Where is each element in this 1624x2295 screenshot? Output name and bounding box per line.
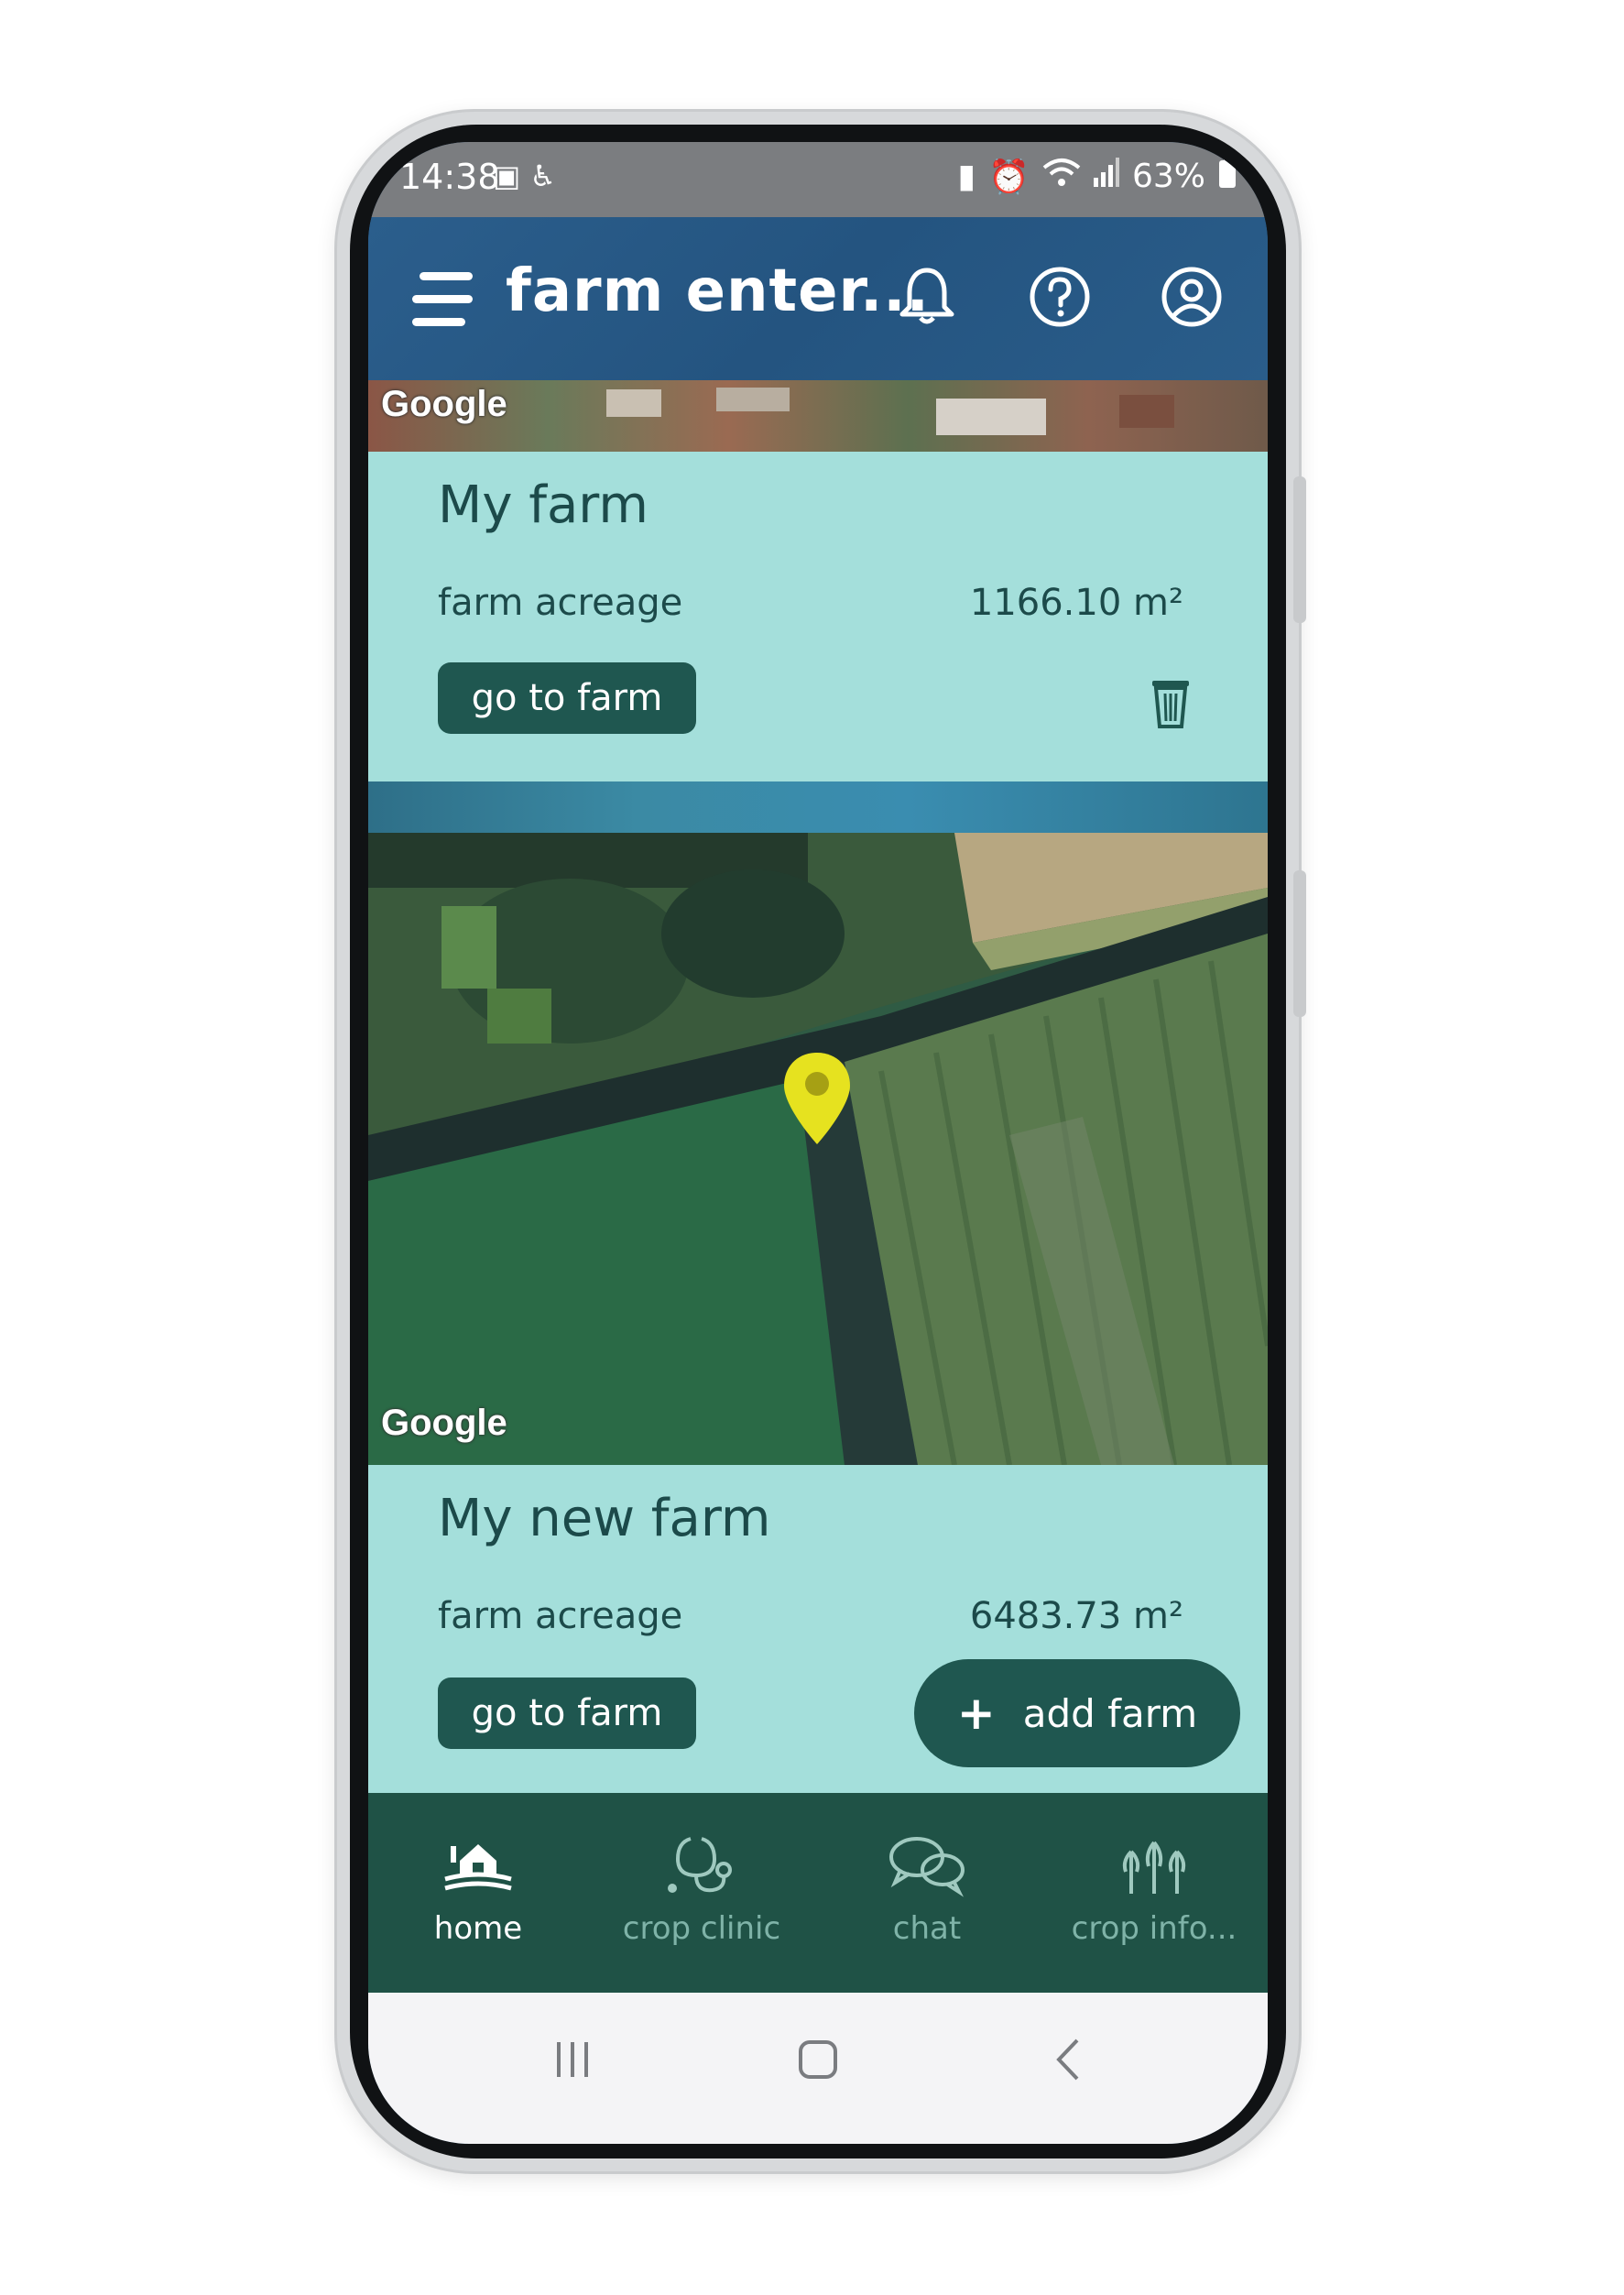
wifi-icon bbox=[1042, 157, 1081, 196]
accessibility-icon: ♿ bbox=[529, 158, 565, 193]
farm-name: My farm bbox=[438, 475, 649, 535]
acreage-value: 1166.10 m² bbox=[969, 582, 1183, 624]
app-bar: farm enter... bbox=[368, 217, 1268, 380]
status-time: 14:38 bbox=[399, 157, 500, 197]
acreage-label: farm acreage bbox=[438, 1595, 683, 1637]
acreage-label: farm acreage bbox=[438, 582, 683, 624]
chat-bubbles-icon bbox=[889, 1837, 965, 1897]
farm-card: My farm farm acreage 1166.10 m² go to fa… bbox=[368, 452, 1268, 781]
status-right-icons: ▮ ⏰ 63% bbox=[957, 157, 1237, 196]
nav-label: crop info... bbox=[1071, 1910, 1237, 1947]
alarm-icon: ⏰ bbox=[988, 158, 1030, 196]
signal-icon bbox=[1093, 158, 1119, 195]
wheat-icon bbox=[1122, 1841, 1186, 1894]
image-icon: ▣ bbox=[493, 158, 530, 193]
google-logo: Google bbox=[381, 1403, 507, 1443]
status-bar: 14:38 ▣♿ ▮ ⏰ 63% bbox=[368, 142, 1268, 217]
add-farm-button[interactable]: + add farm bbox=[914, 1659, 1240, 1767]
add-farm-label: add farm bbox=[1022, 1690, 1198, 1736]
battery-icon bbox=[1218, 157, 1237, 196]
account-icon[interactable] bbox=[1160, 265, 1224, 329]
nav-label: home bbox=[433, 1910, 523, 1947]
farm-satellite-map[interactable]: Google bbox=[368, 833, 1268, 1465]
home-icon[interactable] bbox=[795, 2037, 841, 2082]
farm-name: My new farm bbox=[438, 1489, 771, 1548]
page-title: farm enter... bbox=[506, 257, 930, 325]
recent-apps-icon[interactable] bbox=[550, 2037, 595, 2082]
system-navigation-bar bbox=[368, 1993, 1268, 2144]
volume-button bbox=[1293, 476, 1306, 623]
acreage-value: 6483.73 m² bbox=[969, 1595, 1183, 1637]
map-pin-icon[interactable] bbox=[779, 1049, 856, 1150]
nav-item-crop-clinic[interactable]: crop clinic bbox=[610, 1833, 793, 1947]
go-to-farm-button[interactable]: go to farm bbox=[438, 1678, 696, 1749]
app-screen: 14:38 ▣♿ ▮ ⏰ 63% farm enter... Google My… bbox=[368, 142, 1268, 2144]
nav-label: crop clinic bbox=[622, 1910, 781, 1947]
trash-icon[interactable] bbox=[1149, 675, 1193, 730]
battery-percent: 63% bbox=[1131, 158, 1205, 195]
farm-house-icon bbox=[444, 1844, 512, 1891]
nav-item-home[interactable]: home bbox=[387, 1833, 570, 1947]
go-to-farm-button[interactable]: go to farm bbox=[438, 662, 696, 734]
farm-map-thumbnail[interactable]: Google bbox=[368, 380, 1268, 452]
bell-icon[interactable] bbox=[895, 265, 959, 329]
nav-item-chat[interactable]: chat bbox=[835, 1833, 1019, 1947]
help-icon[interactable] bbox=[1028, 265, 1092, 329]
nav-label: chat bbox=[892, 1910, 962, 1947]
battery-saver-icon: ▮ bbox=[957, 158, 976, 195]
nav-item-crop-info[interactable]: crop info... bbox=[1063, 1833, 1246, 1947]
status-left-icons: ▣♿ bbox=[493, 158, 565, 193]
menu-icon[interactable] bbox=[412, 272, 473, 327]
plus-icon: + bbox=[956, 1687, 996, 1740]
stethoscope-icon bbox=[668, 1837, 732, 1893]
google-logo: Google bbox=[381, 384, 507, 424]
decorative-banner bbox=[368, 781, 1268, 833]
back-icon[interactable] bbox=[1046, 2037, 1092, 2082]
power-button bbox=[1293, 870, 1306, 1017]
bottom-navigation: home crop clinic chat crop info... bbox=[368, 1793, 1268, 1993]
